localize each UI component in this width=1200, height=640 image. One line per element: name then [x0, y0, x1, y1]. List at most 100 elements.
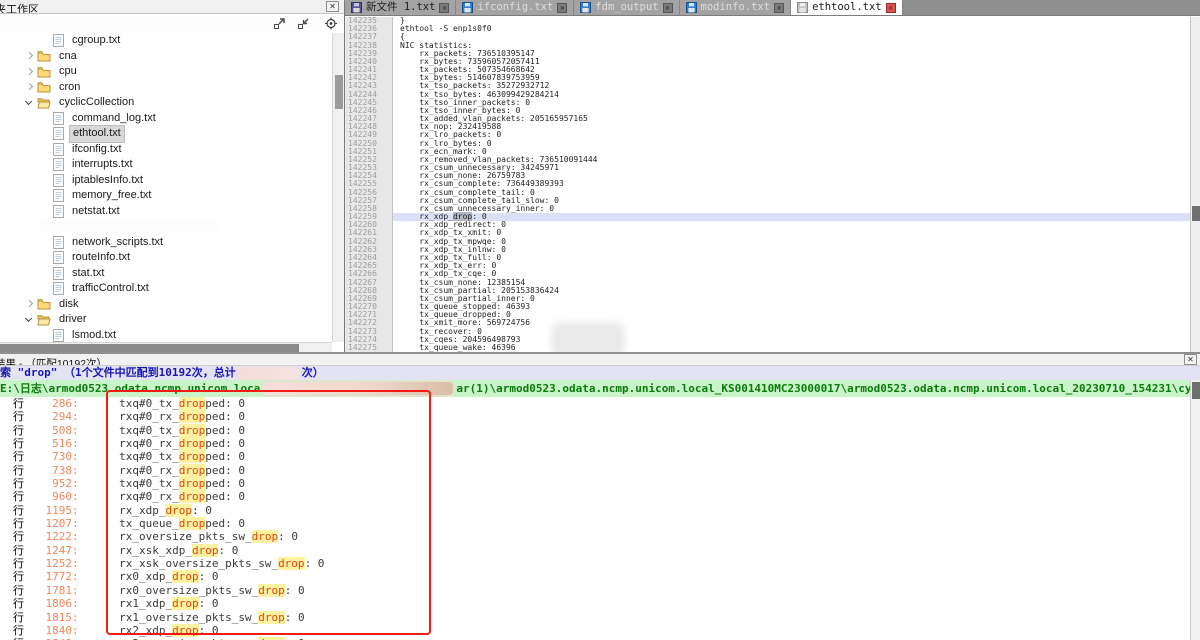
result-row-line-960[interactable]: 行960: rxq#0_rx_dropped: 0 — [0, 490, 1190, 503]
tree-item-cycliccollection[interactable]: cyclicCollection — [0, 95, 332, 111]
result-colon: : — [72, 584, 79, 597]
editor-vscroll-thumb[interactable] — [1192, 206, 1200, 221]
tree-item-lsmod-txt[interactable]: lsmod.txt — [0, 328, 332, 343]
chevron-right-icon[interactable] — [25, 83, 33, 91]
tree-item-label: cron — [56, 80, 83, 96]
result-row-line-1195[interactable]: 行1195: rx_xdp_drop: 0 — [0, 504, 1190, 517]
tab-fdm-output[interactable]: fdm_output✕ — [574, 0, 679, 15]
tree-item-ifconfig-txt[interactable]: ifconfig.txt — [0, 142, 332, 158]
result-row-line-1806[interactable]: 行1806: rx1_xdp_drop: 0 — [0, 597, 1190, 610]
tree-item-network-scripts-txt[interactable]: network_scripts.txt — [0, 235, 332, 251]
tree-item-cpu[interactable]: cpu — [0, 64, 332, 80]
tab-modinfo-txt[interactable]: modinfo.txt✕ — [680, 0, 792, 15]
tree-vscroll-thumb[interactable] — [335, 75, 343, 109]
results-vscroll-thumb[interactable] — [1192, 382, 1200, 399]
row-label: 行 — [13, 570, 24, 583]
result-row-line-952[interactable]: 行952: txq#0_tx_dropped: 0 — [0, 477, 1190, 490]
result-row-line-516[interactable]: 行516: rxq#0_rx_dropped: 0 — [0, 437, 1190, 450]
editor-text-area[interactable]: 142235}142236ethtool -S enp1s0f0142237{1… — [345, 17, 1190, 352]
result-row-line-1781[interactable]: 行1781: rx0_oversize_pkts_sw_drop: 0 — [0, 584, 1190, 597]
results-close-icon[interactable]: ✕ — [1184, 354, 1197, 365]
editor-line[interactable]: 142236ethtool -S enp1s0f0 — [345, 25, 1190, 33]
match-highlight: drop — [179, 410, 206, 423]
tab-close-icon[interactable]: ✕ — [557, 3, 567, 13]
editor-vertical-scrollbar — [1190, 17, 1200, 352]
tree-item-cron[interactable]: cron — [0, 80, 332, 96]
tree-item-routeinfo-txt[interactable]: routeInfo.txt — [0, 250, 332, 266]
collapse-all-icon[interactable] — [297, 17, 311, 30]
tree-item-iptablesinfo-txt[interactable]: iptablesInfo.txt — [0, 173, 332, 189]
tree-item-label: cpu — [56, 64, 80, 80]
file-icon — [53, 143, 64, 156]
chevron-down-icon[interactable] — [25, 316, 33, 324]
result-row-line-1222[interactable]: 行1222: rx_oversize_pkts_sw_drop: 0 — [0, 530, 1190, 543]
tree-item-cna[interactable]: cna — [0, 49, 332, 65]
result-row-line-508[interactable]: 行508: txq#0_tx_dropped: 0 — [0, 424, 1190, 437]
expand-all-icon[interactable] — [273, 17, 287, 30]
editor-line[interactable]: 142275 tx_queue_wake: 46396 — [345, 344, 1190, 352]
row-label: 行 — [13, 530, 24, 543]
workspace-title: 夹工作区 — [0, 4, 39, 14]
tab-close-icon[interactable]: ✕ — [774, 3, 784, 13]
tree-item-driver[interactable]: driver — [0, 312, 332, 328]
chevron-right-icon[interactable] — [25, 300, 33, 308]
result-row-line-730[interactable]: 行730: txq#0_tx_dropped: 0 — [0, 450, 1190, 463]
result-row-line-286[interactable]: 行286: txq#0_tx_dropped: 0 — [0, 397, 1190, 410]
result-colon: : — [72, 424, 79, 437]
tab-close-icon[interactable]: ✕ — [663, 3, 673, 13]
match-highlight: drop — [179, 437, 206, 450]
match-highlight: drop — [258, 584, 285, 597]
tree-hscroll-thumb[interactable] — [0, 344, 299, 352]
tree-item-netstat-txt[interactable]: netstat.txt — [0, 204, 332, 220]
result-line-number: 1252 — [24, 557, 72, 570]
locate-file-icon[interactable] — [324, 17, 338, 30]
workspace-toolbar — [0, 14, 344, 33]
tab-ethtool-txt[interactable]: ethtool.txt✕ — [791, 0, 903, 15]
result-row-line-1772[interactable]: 行1772: rx0_xdp_drop: 0 — [0, 570, 1190, 583]
tab-close-icon[interactable]: ✕ — [439, 3, 449, 13]
result-text: txq#0_tx_dropped: 0 — [93, 424, 245, 437]
tab-label: modinfo.txt — [701, 0, 771, 15]
tree-item-label: interrupts.txt — [69, 157, 136, 173]
chevron-down-icon[interactable] — [25, 99, 33, 107]
tab-ifconfig-txt[interactable]: ifconfig.txt✕ — [456, 0, 574, 15]
folder-open-icon — [37, 97, 51, 109]
result-row-line-1247[interactable]: 行1247: rx_xsk_xdp_drop: 0 — [0, 544, 1190, 557]
result-row-line-738[interactable]: 行738: rxq#0_rx_dropped: 0 — [0, 464, 1190, 477]
chevron-right-icon[interactable] — [25, 52, 33, 60]
result-text: tx_queue_dropped: 0 — [93, 517, 245, 530]
result-file-path-line[interactable]: E:\日志\armod0523.odata.ncmp.unicom.loca a… — [0, 380, 1200, 397]
tree-item-memory-free-txt[interactable]: memory_free.txt — [0, 188, 332, 204]
result-line-number: 738 — [24, 464, 72, 477]
workspace-close-icon[interactable]: ✕ — [326, 1, 339, 12]
result-line-number: 294 — [24, 410, 72, 423]
tree-item-trafficcontrol-txt[interactable]: trafficControl.txt — [0, 281, 332, 297]
result-text: rxq#0_rx_dropped: 0 — [93, 464, 245, 477]
tree-item-interrupts-txt[interactable]: interrupts.txt — [0, 157, 332, 173]
file-icon — [53, 329, 64, 342]
match-highlight: drop — [179, 490, 206, 503]
tree-item-disk[interactable]: disk — [0, 297, 332, 313]
result-row-line-1207[interactable]: 行1207: tx_queue_dropped: 0 — [0, 517, 1190, 530]
chevron-right-icon[interactable] — [25, 68, 33, 76]
results-titlebar: 结果 - （匹配10192次） ✕ — [0, 354, 1200, 366]
tree-item-command-log-txt[interactable]: command_log.txt — [0, 111, 332, 127]
result-text: rxq#0_rx_dropped: 0 — [93, 490, 245, 503]
result-colon: : — [72, 597, 79, 610]
app-window: 夹工作区 ✕ cgroup.txtcnacpucroncyclicCollect… — [0, 0, 1200, 640]
tree-item-stat-txt[interactable]: stat.txt — [0, 266, 332, 282]
tree-item-cgroup-txt[interactable]: cgroup.txt — [0, 33, 332, 49]
match-highlight: drop — [172, 570, 199, 583]
tab--1-txt[interactable]: 新文件 1.txt✕ — [345, 0, 456, 15]
result-row-line-294[interactable]: 行294: rxq#0_rx_dropped: 0 — [0, 410, 1190, 423]
tab-close-icon[interactable]: ✕ — [886, 3, 896, 13]
result-text: rxq#0_rx_dropped: 0 — [93, 410, 245, 423]
tree-item-ethtool-txt[interactable]: ethtool.txt — [0, 126, 332, 142]
result-row-line-1815[interactable]: 行1815: rx1_oversize_pkts_sw_drop: 0 — [0, 611, 1190, 624]
row-label: 行 — [13, 397, 24, 410]
tree-item-label: lsmod.txt — [69, 328, 119, 343]
tree-vertical-scrollbar — [332, 33, 344, 342]
result-row-line-1840[interactable]: 行1840: rx2_xdp_drop: 0 — [0, 624, 1190, 637]
result-line-number: 1195 — [24, 504, 72, 517]
result-row-line-1252[interactable]: 行1252: rx_xsk_oversize_pkts_sw_drop: 0 — [0, 557, 1190, 570]
